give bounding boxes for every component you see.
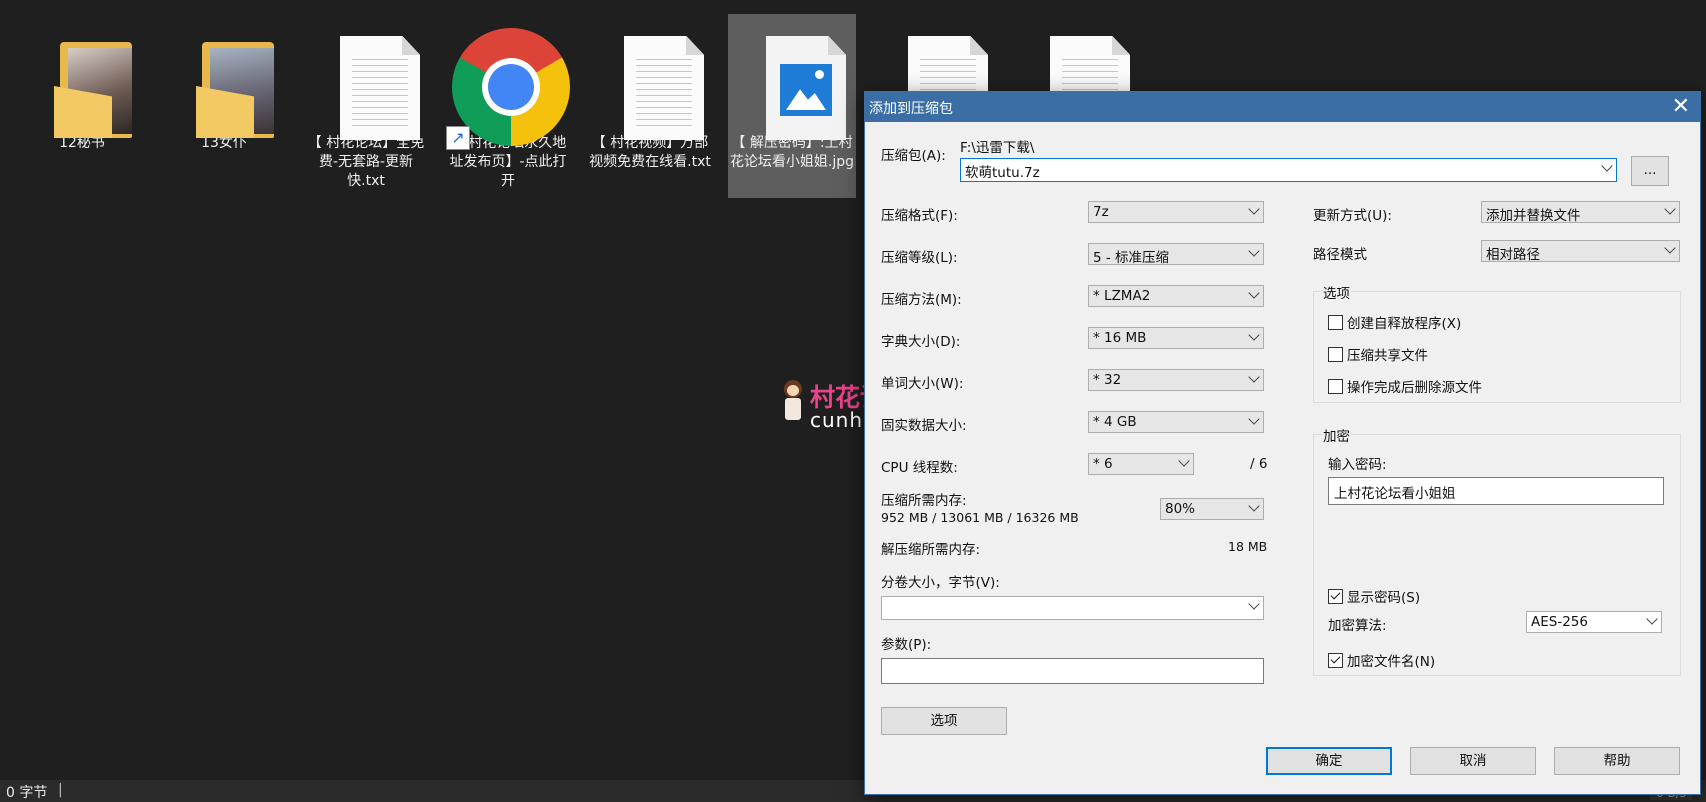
threads-select[interactable]: * 6 <box>1088 453 1194 475</box>
chevron-down-icon <box>1248 287 1260 299</box>
path-mode-select[interactable]: 相对路径 <box>1481 240 1680 263</box>
decompress-mem-label: 解压缩所需内存: <box>881 542 981 558</box>
word-label: 单词大小(W): <box>881 376 964 392</box>
method-label: 压缩方法(M): <box>881 292 962 308</box>
chevron-down-icon <box>1248 371 1260 383</box>
chevron-down-icon[interactable] <box>1601 160 1613 172</box>
image-file-icon <box>728 14 856 140</box>
threads-max: / 6 <box>1250 456 1268 472</box>
file-item-txt-2[interactable]: 【 村花视频】万部视频免费在线看.txt <box>586 14 714 172</box>
close-icon[interactable]: ✕ <box>1672 94 1690 119</box>
chevron-down-icon <box>1248 203 1260 215</box>
dialog-titlebar[interactable]: 添加到压缩包 ✕ <box>865 92 1700 122</box>
encrypt-filenames-checkbox[interactable]: 加密文件名(N) <box>1328 650 1435 670</box>
archive-label: 压缩包(A): <box>881 148 946 164</box>
level-label: 压缩等级(L): <box>881 250 958 266</box>
dialog-title: 添加到压缩包 <box>869 101 953 117</box>
options-group: 选项 创建自释放程序(X) 压缩共享文件 操作完成后删除源文件 <box>1313 282 1681 403</box>
folder-icon <box>18 14 146 138</box>
params-input[interactable] <box>881 658 1264 684</box>
chrome-icon: ↗ <box>444 14 572 150</box>
text-file-icon <box>586 14 714 140</box>
dict-select[interactable]: * 16 MB <box>1088 327 1264 349</box>
format-select[interactable]: 7z <box>1088 201 1264 223</box>
chevron-down-icon <box>1646 613 1658 625</box>
archive-path: F:\迅雷下载\ <box>960 140 1035 156</box>
file-item-chrome-shortcut[interactable]: ↗ 【 村花论坛永久地址发布页】-点此打开 <box>444 14 572 191</box>
password-input[interactable]: 上村花论坛看小姐姐 <box>1328 477 1664 505</box>
help-button[interactable]: 帮助 <box>1554 747 1680 775</box>
show-password-checkbox[interactable]: 显示密码(S) <box>1328 586 1420 606</box>
options-group-title: 选项 <box>1322 282 1351 302</box>
solid-select[interactable]: * 4 GB <box>1088 411 1264 433</box>
chevron-down-icon <box>1178 455 1190 467</box>
method-select[interactable]: * LZMA2 <box>1088 285 1264 307</box>
word-select[interactable]: * 32 <box>1088 369 1264 391</box>
volume-label: 分卷大小，字节(V): <box>881 575 1000 591</box>
mem-percent-select[interactable]: 80% <box>1160 498 1264 520</box>
solid-label: 固实数据大小: <box>881 418 967 434</box>
chevron-down-icon <box>1248 329 1260 341</box>
delete-source-checkbox[interactable]: 操作完成后删除源文件 <box>1328 376 1482 396</box>
mem-label: 压缩所需内存: <box>881 493 967 509</box>
chevron-down-icon <box>1248 598 1260 610</box>
text-file-icon <box>302 14 430 140</box>
update-select[interactable]: 添加并替换文件 <box>1481 201 1680 224</box>
file-item-folder-13[interactable]: 13女仆 <box>160 14 288 153</box>
sfx-checkbox[interactable]: 创建自释放程序(X) <box>1328 312 1461 332</box>
chevron-down-icon <box>1664 203 1676 215</box>
path-mode-label: 路径模式 <box>1313 247 1367 263</box>
ok-button[interactable]: 确定 <box>1266 747 1392 775</box>
archive-name-value: 软萌tutu.7z <box>965 165 1040 181</box>
mem-value: 952 MB / 13061 MB / 16326 MB <box>881 510 1079 525</box>
encryption-group-title: 加密 <box>1322 425 1351 445</box>
cancel-button[interactable]: 取消 <box>1410 747 1536 775</box>
dict-label: 字典大小(D): <box>881 334 961 350</box>
file-name: 【 村花论坛】全免费-无套路-更新快.txt <box>307 135 425 189</box>
chevron-down-icon <box>1248 245 1260 257</box>
options-button[interactable]: 选项 <box>881 707 1007 735</box>
browse-button[interactable]: ... <box>1631 156 1669 186</box>
file-item-txt-1[interactable]: 【 村花论坛】全免费-无套路-更新快.txt <box>302 14 430 191</box>
chevron-down-icon <box>1248 500 1260 512</box>
update-label: 更新方式(U): <box>1313 208 1392 224</box>
shared-files-checkbox[interactable]: 压缩共享文件 <box>1328 344 1428 364</box>
chevron-down-icon <box>1248 413 1260 425</box>
params-label: 参数(P): <box>881 637 932 653</box>
format-label: 压缩格式(F): <box>881 208 958 224</box>
file-item-folder-12[interactable]: 12秘书 <box>18 14 146 153</box>
mascot-icon <box>780 380 806 424</box>
chevron-down-icon <box>1664 242 1676 254</box>
encryption-method-label: 加密算法: <box>1328 618 1387 634</box>
status-separator: | <box>58 782 63 798</box>
file-item-jpg-selected[interactable]: 【 解压密码】:上村花论坛看小姐姐.jpg <box>728 14 856 198</box>
threads-label: CPU 线程数: <box>881 460 958 476</box>
password-label: 输入密码: <box>1328 457 1387 473</box>
level-select[interactable]: 5 - 标准压缩 <box>1088 243 1264 266</box>
decompress-mem-value: 18 MB <box>1228 539 1268 554</box>
archive-name-combo[interactable]: 软萌tutu.7z <box>960 158 1617 182</box>
encryption-group: 加密 输入密码: 上村花论坛看小姐姐 显示密码(S) 加密算法: AES-256… <box>1313 425 1681 676</box>
folder-icon <box>160 14 288 138</box>
volume-combo[interactable] <box>881 596 1264 620</box>
shortcut-arrow-icon: ↗ <box>446 126 470 150</box>
encryption-method-select[interactable]: AES-256 <box>1526 611 1662 633</box>
selection-size: 0 字节 <box>6 785 48 801</box>
add-to-archive-dialog: 添加到压缩包 ✕ 压缩包(A): F:\迅雷下载\ 软萌tutu.7z ... … <box>865 92 1700 794</box>
